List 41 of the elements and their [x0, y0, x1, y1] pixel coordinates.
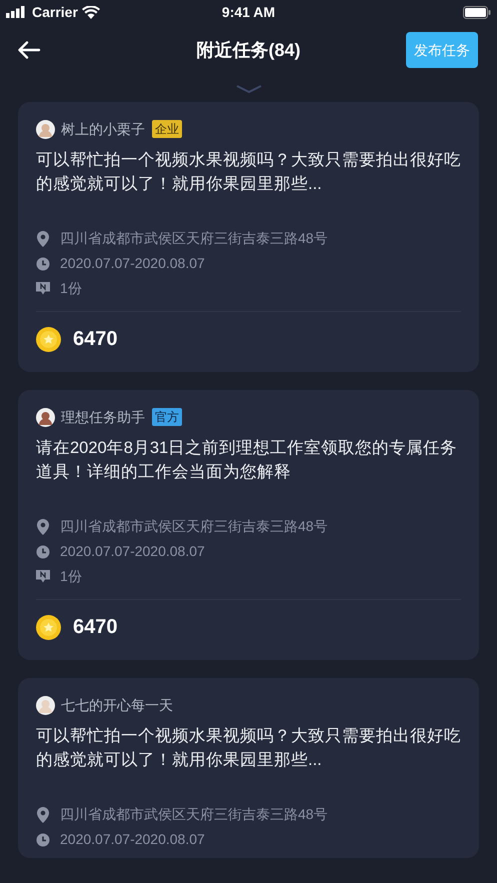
- task-card[interactable]: 树上的小栗子 企业 可以帮忙拍一个视频水果视频吗？大致只需要拍出很好吃的感觉就可以了！就用你果园里那些... 四川省成都市武侯区天府三街吉泰三路48号 2020.07.07-2020.08.07 1份 6470: [18, 102, 479, 372]
- task-address: 四川省成都市武侯区天府三街吉泰三路48号: [60, 805, 328, 824]
- task-address: 四川省成都市武侯区天府三街吉泰三路48号: [60, 517, 328, 536]
- user-name: 树上的小栗子: [61, 120, 145, 138]
- back-arrow-icon: [17, 41, 41, 59]
- coin-icon: [36, 326, 61, 352]
- quantity-icon: [36, 282, 50, 295]
- user-badge: 企业: [152, 120, 182, 138]
- task-dates: 2020.07.07-2020.08.07: [60, 830, 205, 849]
- quantity-icon: [36, 570, 50, 583]
- status-time: 9:41 AM: [222, 2, 276, 22]
- coin-icon: [36, 614, 61, 640]
- avatar-icon: [36, 408, 55, 426]
- task-description: 可以帮忙拍一个视频水果视频吗？大致只需要拍出很好吃的感觉就可以了！就用你果园里那些...: [36, 726, 461, 771]
- battery-icon: [463, 6, 491, 18]
- user-name: 七七的开心每一天: [61, 696, 173, 714]
- task-quantity: 1份: [60, 567, 82, 586]
- task-description: 请在2020年8月31日之前到理想工作室领取您的专属任务道具！详细的工作会当面为您解释: [36, 438, 458, 483]
- location-pin-icon: [36, 806, 50, 822]
- clock-icon: [36, 832, 50, 846]
- task-address: 四川省成都市武侯区天府三街吉泰三路48号: [60, 229, 328, 248]
- wifi-icon: [82, 6, 100, 18]
- reward-amount: 6470: [73, 615, 118, 640]
- location-pin-icon: [36, 230, 50, 246]
- task-dates: 2020.07.07-2020.08.07: [60, 254, 205, 273]
- clock-icon: [36, 256, 50, 270]
- task-quantity: 1份: [60, 279, 82, 298]
- clock-icon: [36, 544, 50, 558]
- avatar-icon: [36, 696, 55, 714]
- avatar-icon: [36, 120, 55, 138]
- task-dates: 2020.07.07-2020.08.07: [60, 542, 205, 561]
- reward-amount: 6470: [73, 327, 118, 352]
- task-description: 可以帮忙拍一个视频水果视频吗？大致只需要拍出很好吃的感觉就可以了！就用你果园里那些...: [36, 150, 461, 195]
- page-title: 附近任务(84): [196, 38, 300, 62]
- user-name: 理想任务助手: [61, 408, 145, 426]
- task-card[interactable]: 理想任务助手 官方 请在2020年8月31日之前到理想工作室领取您的专属任务道具！详细的工作会当面为您解释 四川省成都市武侯区天府三街吉泰三路48号 2020.07.07-2020.08.07 1份 6470: [18, 390, 479, 660]
- task-card[interactable]: 七七的开心每一天 可以帮忙拍一个视频水果视频吗？大致只需要拍出很好吃的感觉就可以了！就用你果园里那些... 四川省成都市武侯区天府三街吉泰三路48号 2020.07.07-2020.08.07: [18, 678, 479, 858]
- location-pin-icon: [36, 518, 50, 534]
- chevron-down-icon: [236, 85, 262, 93]
- user-badge: 官方: [152, 408, 182, 426]
- carrier-text: Carrier: [32, 2, 78, 22]
